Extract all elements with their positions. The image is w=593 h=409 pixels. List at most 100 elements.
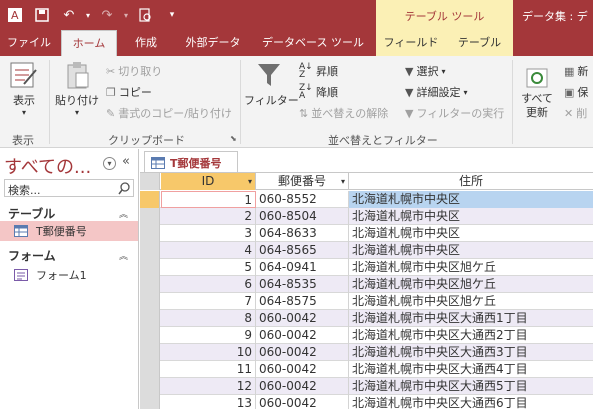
cell-address[interactable]: 北海道札幌市中央区大通西4丁目 [349, 361, 593, 378]
selection-button[interactable]: ▼ 選択 ▾ [405, 62, 445, 80]
column-header-zip[interactable]: 郵便番号 ▾ [256, 173, 349, 190]
tab-file[interactable]: ファイル [0, 30, 58, 56]
cell-id[interactable]: 1 [161, 191, 256, 208]
cell-address[interactable]: 北海道札幌市中央区大通西5丁目 [349, 378, 593, 395]
customize-qat-icon[interactable]: ▾ [160, 3, 184, 27]
table-row[interactable]: 8 060-0042 北海道札幌市中央区大通西1丁目 [140, 310, 593, 327]
cell-zip[interactable]: 064-8535 [256, 276, 349, 293]
record-selector[interactable] [140, 344, 160, 361]
cell-id[interactable]: 10 [161, 344, 256, 361]
save-icon[interactable] [30, 3, 54, 27]
cell-zip[interactable]: 064-8565 [256, 242, 349, 259]
table-row[interactable]: 7 064-8575 北海道札幌市中央区旭ケ丘 [140, 293, 593, 310]
record-selector[interactable] [140, 395, 160, 409]
tab-table[interactable]: テーブル [446, 30, 513, 56]
record-selector[interactable] [140, 225, 160, 242]
cell-id[interactable]: 7 [161, 293, 256, 310]
tab-home[interactable]: ホーム [61, 30, 117, 56]
table-row[interactable]: 5 064-0941 北海道札幌市中央区旭ケ丘 [140, 259, 593, 276]
filter-button[interactable]: フィルター [244, 60, 299, 108]
document-tab[interactable]: T郵便番号 [144, 151, 238, 173]
select-all-cell[interactable] [140, 173, 160, 190]
nav-collapse-icon[interactable]: « [122, 154, 130, 169]
cell-id[interactable]: 2 [161, 208, 256, 225]
cell-address[interactable]: 北海道札幌市中央区旭ケ丘 [349, 259, 593, 276]
nav-item-table[interactable]: T郵便番号 [0, 221, 138, 241]
cell-zip[interactable]: 060-0042 [256, 361, 349, 378]
tab-database-tools[interactable]: データベース ツール [256, 30, 370, 56]
new-record-button[interactable]: ▦ 新 [564, 62, 588, 80]
sort-descending-button[interactable]: Z↓ A 降順 [299, 83, 338, 101]
cell-zip[interactable]: 064-0941 [256, 259, 349, 276]
delete-record-button[interactable]: ✕ 削 [564, 104, 587, 122]
cell-zip[interactable]: 060-0042 [256, 395, 349, 409]
chevron-up-icon[interactable]: ︽ [119, 207, 128, 220]
cell-zip[interactable]: 060-8504 [256, 208, 349, 225]
cell-zip[interactable]: 060-8552 [256, 191, 349, 208]
advanced-button[interactable]: ▼ 詳細設定 ▾ [405, 83, 467, 101]
redo-dropdown-icon[interactable]: ▾ [122, 3, 130, 27]
cell-zip[interactable]: 064-8575 [256, 293, 349, 310]
cell-address[interactable]: 北海道札幌市中央区旭ケ丘 [349, 293, 593, 310]
save-record-button[interactable]: ▣ 保 [564, 83, 588, 101]
nav-dropdown-icon[interactable]: ▾ [103, 157, 116, 170]
table-row[interactable]: 6 064-8535 北海道札幌市中央区旭ケ丘 [140, 276, 593, 293]
nav-pane-title[interactable]: すべての... [4, 153, 91, 179]
search-icon[interactable] [118, 182, 131, 195]
copy-button[interactable]: ❐ コピー [106, 83, 152, 101]
nav-item-form[interactable]: フォーム1 [0, 265, 138, 285]
view-button[interactable]: 表示 ▾ [4, 60, 44, 117]
refresh-all-button[interactable]: すべて 更新 [515, 66, 559, 120]
cell-id[interactable]: 13 [161, 395, 256, 409]
cell-id[interactable]: 3 [161, 225, 256, 242]
cell-address[interactable]: 北海道札幌市中央区大通西3丁目 [349, 344, 593, 361]
cell-address[interactable]: 北海道札幌市中央区 [349, 225, 593, 242]
record-selector[interactable] [140, 378, 160, 395]
column-header-id[interactable]: ID ▾ [161, 173, 256, 190]
paste-button[interactable]: 貼り付け ▾ [52, 60, 102, 117]
record-selector[interactable] [140, 310, 160, 327]
format-painter-button[interactable]: ✎ 書式のコピー/貼り付け [106, 104, 232, 122]
cell-id[interactable]: 4 [161, 242, 256, 259]
cell-zip[interactable]: 060-0042 [256, 310, 349, 327]
record-selector[interactable] [140, 242, 160, 259]
table-row[interactable]: 3 064-8633 北海道札幌市中央区 [140, 225, 593, 242]
cell-address[interactable]: 北海道札幌市中央区 [349, 208, 593, 225]
cell-id[interactable]: 9 [161, 327, 256, 344]
cell-id[interactable]: 12 [161, 378, 256, 395]
undo-dropdown-icon[interactable]: ▾ [84, 3, 92, 27]
record-selector[interactable] [140, 327, 160, 344]
cell-id[interactable]: 8 [161, 310, 256, 327]
cell-address[interactable]: 北海道札幌市中央区 [349, 242, 593, 259]
cell-id[interactable]: 5 [161, 259, 256, 276]
dropdown-arrow-icon[interactable]: ▾ [341, 173, 345, 190]
undo-icon[interactable]: ↶ [57, 3, 81, 27]
print-preview-icon[interactable] [133, 3, 157, 27]
table-row[interactable]: 10 060-0042 北海道札幌市中央区大通西3丁目 [140, 344, 593, 361]
table-row[interactable]: 9 060-0042 北海道札幌市中央区大通西2丁目 [140, 327, 593, 344]
record-selector[interactable] [140, 191, 160, 208]
cell-address[interactable]: 北海道札幌市中央区大通西1丁目 [349, 310, 593, 327]
tab-fields[interactable]: フィールド [376, 30, 446, 56]
record-selector[interactable] [140, 259, 160, 276]
table-row[interactable]: 11 060-0042 北海道札幌市中央区大通西4丁目 [140, 361, 593, 378]
cell-address[interactable]: 北海道札幌市中央区大通西6丁目 [349, 395, 593, 409]
record-selector[interactable] [140, 361, 160, 378]
cell-id[interactable]: 11 [161, 361, 256, 378]
cell-zip[interactable]: 060-0042 [256, 344, 349, 361]
nav-section-forms[interactable]: フォーム [8, 247, 56, 264]
cell-address[interactable]: 北海道札幌市中央区大通西2丁目 [349, 327, 593, 344]
cell-id[interactable]: 6 [161, 276, 256, 293]
toggle-filter-button[interactable]: ▼ フィルターの実行 [405, 104, 504, 122]
table-row[interactable]: 4 064-8565 北海道札幌市中央区 [140, 242, 593, 259]
app-icon[interactable]: A [3, 3, 27, 27]
table-row[interactable]: 1 060-8552 北海道札幌市中央区 [140, 191, 593, 208]
cell-zip[interactable]: 064-8633 [256, 225, 349, 242]
cell-address[interactable]: 北海道札幌市中央区 [349, 191, 593, 208]
column-header-address[interactable]: 住所 [349, 173, 593, 190]
cell-zip[interactable]: 060-0042 [256, 378, 349, 395]
tab-external-data[interactable]: 外部データ [176, 30, 250, 56]
cut-button[interactable]: ✂ 切り取り [106, 62, 162, 80]
record-selector[interactable] [140, 208, 160, 225]
chevron-up-icon[interactable]: ︽ [119, 249, 128, 262]
